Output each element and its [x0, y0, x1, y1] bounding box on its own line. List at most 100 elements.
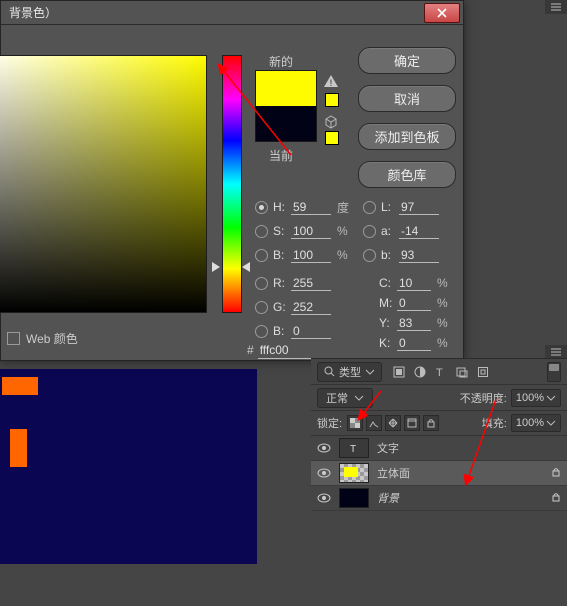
input-lab-b[interactable]	[399, 247, 439, 263]
radio-s[interactable]	[255, 225, 268, 238]
input-hex[interactable]	[258, 341, 320, 359]
new-color-swatch[interactable]	[256, 71, 316, 106]
field-b-hsb[interactable]: B: %	[255, 245, 351, 265]
color-libraries-button[interactable]: 颜色库	[358, 161, 456, 188]
layer-row[interactable]: 立体面	[311, 461, 567, 486]
radio-l[interactable]	[363, 201, 376, 214]
close-button[interactable]	[424, 3, 460, 23]
layer-row[interactable]: 背景	[311, 486, 567, 511]
layer-row[interactable]: T 文字	[311, 436, 567, 461]
input-y[interactable]	[397, 315, 431, 331]
input-h[interactable]	[291, 199, 331, 215]
hue-slider-thumb-left[interactable]	[212, 262, 220, 272]
checkbox-icon[interactable]	[7, 332, 20, 345]
document-canvas[interactable]	[0, 369, 257, 564]
opacity-input[interactable]: 100%	[511, 389, 561, 407]
radio-h[interactable]	[255, 201, 268, 214]
lock-transparent-icon[interactable]	[347, 415, 363, 431]
field-g[interactable]: G:	[255, 297, 331, 317]
field-hex[interactable]: #	[247, 341, 320, 359]
field-h[interactable]: H: 度	[255, 197, 351, 217]
opacity-label: 不透明度:	[460, 390, 507, 406]
color-picker-dialog: 背景色） 新的 当前 ! 确定 取消 添加到色板 颜色库 H:	[0, 0, 464, 361]
input-r[interactable]	[291, 275, 331, 291]
field-m[interactable]: M: %	[379, 293, 451, 313]
layer-name[interactable]: 立体面	[377, 465, 410, 481]
input-s[interactable]	[291, 223, 331, 239]
input-k[interactable]	[397, 335, 431, 351]
input-g[interactable]	[291, 299, 331, 315]
cancel-button[interactable]: 取消	[358, 85, 456, 112]
lock-artboard-icon[interactable]	[404, 415, 420, 431]
add-to-swatches-button[interactable]: 添加到色板	[358, 123, 456, 150]
radio-r[interactable]	[255, 277, 268, 290]
web-safe-swatch[interactable]	[325, 131, 339, 145]
field-lab-b[interactable]: b:	[363, 245, 439, 265]
lock-position-icon[interactable]	[385, 415, 401, 431]
input-b-rgb[interactable]	[291, 323, 331, 339]
lock-icon[interactable]	[551, 467, 561, 480]
label-lab-b: b:	[381, 248, 399, 262]
label-s: S:	[273, 224, 291, 238]
dialog-titlebar[interactable]: 背景色）	[1, 1, 463, 25]
input-a[interactable]	[399, 223, 439, 239]
gamut-warning-swatch[interactable]	[325, 93, 339, 107]
field-k[interactable]: K: %	[379, 333, 451, 353]
blend-mode-dropdown[interactable]: 正常	[317, 388, 373, 408]
filter-adjustment-icon[interactable]	[413, 365, 427, 379]
lock-icon[interactable]	[551, 492, 561, 505]
visibility-eye-icon[interactable]	[317, 466, 331, 480]
blend-mode-label: 正常	[326, 390, 348, 406]
panel-menu-icon[interactable]	[545, 345, 567, 359]
radio-b-hsb[interactable]	[255, 249, 268, 262]
layer-name[interactable]: 背景	[377, 490, 399, 506]
input-b-hsb[interactable]	[291, 247, 331, 263]
lock-fill-row: 锁定: 填充: 100%	[311, 411, 567, 436]
chevron-down-icon	[365, 367, 375, 377]
ok-button[interactable]: 确定	[358, 47, 456, 74]
fill-input[interactable]: 100%	[511, 414, 561, 432]
panel-menu-icon[interactable]	[545, 0, 567, 14]
label-y: Y:	[379, 316, 397, 330]
label-a: a:	[381, 224, 399, 238]
radio-b-rgb[interactable]	[255, 325, 268, 338]
filter-shape-icon[interactable]	[455, 365, 469, 379]
input-c[interactable]	[397, 275, 431, 291]
input-l[interactable]	[399, 199, 439, 215]
visibility-eye-icon[interactable]	[317, 491, 331, 505]
filter-toggle-switch[interactable]	[547, 362, 561, 382]
field-l[interactable]: L:	[363, 197, 439, 217]
field-c[interactable]: C: %	[379, 273, 451, 293]
filter-type-icon[interactable]: T	[434, 365, 448, 379]
label-new: 新的	[269, 53, 293, 70]
filter-smart-icon[interactable]	[476, 365, 490, 379]
layers-panel: 类型 T 正常 不透明度: 100% 锁定:	[311, 358, 567, 606]
field-r[interactable]: R:	[255, 273, 331, 293]
lock-image-icon[interactable]	[366, 415, 382, 431]
field-a[interactable]: a:	[363, 221, 439, 241]
saturation-value-field[interactable]	[0, 55, 207, 313]
radio-a[interactable]	[363, 225, 376, 238]
fill-value: 100%	[516, 417, 544, 429]
input-m[interactable]	[397, 295, 431, 311]
layer-filter-type-dropdown[interactable]: 类型	[317, 362, 382, 382]
lock-all-icon[interactable]	[423, 415, 439, 431]
gamut-warning-icon[interactable]: !	[323, 74, 339, 88]
current-color-swatch[interactable]	[256, 106, 316, 141]
filter-pixel-icon[interactable]	[392, 365, 406, 379]
label-h: H:	[273, 200, 291, 214]
hue-slider[interactable]	[222, 55, 242, 313]
field-s[interactable]: S: %	[255, 221, 351, 241]
layer-name[interactable]: 文字	[377, 440, 399, 456]
chevron-down-icon	[354, 393, 364, 403]
search-icon	[324, 366, 335, 377]
radio-lab-b[interactable]	[363, 249, 376, 262]
unit-deg: 度	[337, 199, 351, 216]
layer-thumbnail	[339, 463, 369, 483]
only-web-colors-checkbox[interactable]: Web 颜色	[7, 330, 78, 347]
hue-slider-thumb-right[interactable]	[242, 262, 250, 272]
visibility-eye-icon[interactable]	[317, 441, 331, 455]
field-b-rgb[interactable]: B:	[255, 321, 331, 341]
radio-g[interactable]	[255, 301, 268, 314]
field-y[interactable]: Y: %	[379, 313, 451, 333]
